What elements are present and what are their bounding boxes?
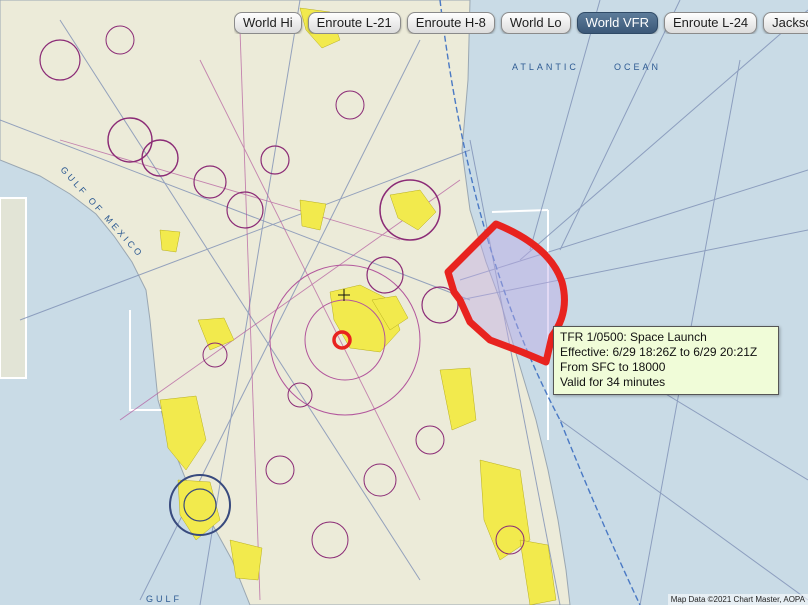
tfr-effective: Effective: 6/29 18:26Z to 6/29 20:21Z bbox=[560, 345, 758, 359]
tab-enroute-l-24[interactable]: Enroute L-24 bbox=[664, 12, 758, 34]
tab-jackson[interactable]: Jackson bbox=[763, 12, 808, 34]
vfr-sectional-chart[interactable]: ATLANTIC OCEAN GULF OF MEXICO GULF bbox=[0, 0, 808, 605]
chart-type-tabs: World Hi Enroute L-21 Enroute H-8 World Lo W… bbox=[234, 12, 808, 34]
tab-world-hi[interactable]: World Hi bbox=[234, 12, 302, 34]
inset-chart bbox=[0, 197, 27, 379]
tab-enroute-l-21[interactable]: Enroute L-21 bbox=[307, 12, 401, 34]
tfr-valid: Valid for 34 minutes bbox=[560, 375, 666, 389]
aeronautical-map[interactable]: ATLANTIC OCEAN GULF OF MEXICO GULF bbox=[0, 0, 808, 605]
tab-enroute-h-8[interactable]: Enroute H-8 bbox=[406, 12, 495, 34]
tfr-tooltip: TFR 1/0500: Space Launch Effective: 6/29… bbox=[553, 326, 779, 395]
tab-world-vfr[interactable]: World VFR bbox=[576, 12, 658, 34]
tfr-altitude: From SFC to 18000 bbox=[560, 360, 666, 374]
ocean-label-ocean: OCEAN bbox=[614, 62, 661, 72]
tfr-title: TFR 1/0500: Space Launch bbox=[560, 330, 707, 344]
map-copyright: Map Data ©2021 Chart Master, AOPA bbox=[667, 594, 808, 605]
tab-world-lo[interactable]: World Lo bbox=[500, 12, 571, 34]
gulf-label-bottom: GULF bbox=[146, 594, 182, 604]
ocean-label-atlantic: ATLANTIC bbox=[512, 62, 579, 72]
